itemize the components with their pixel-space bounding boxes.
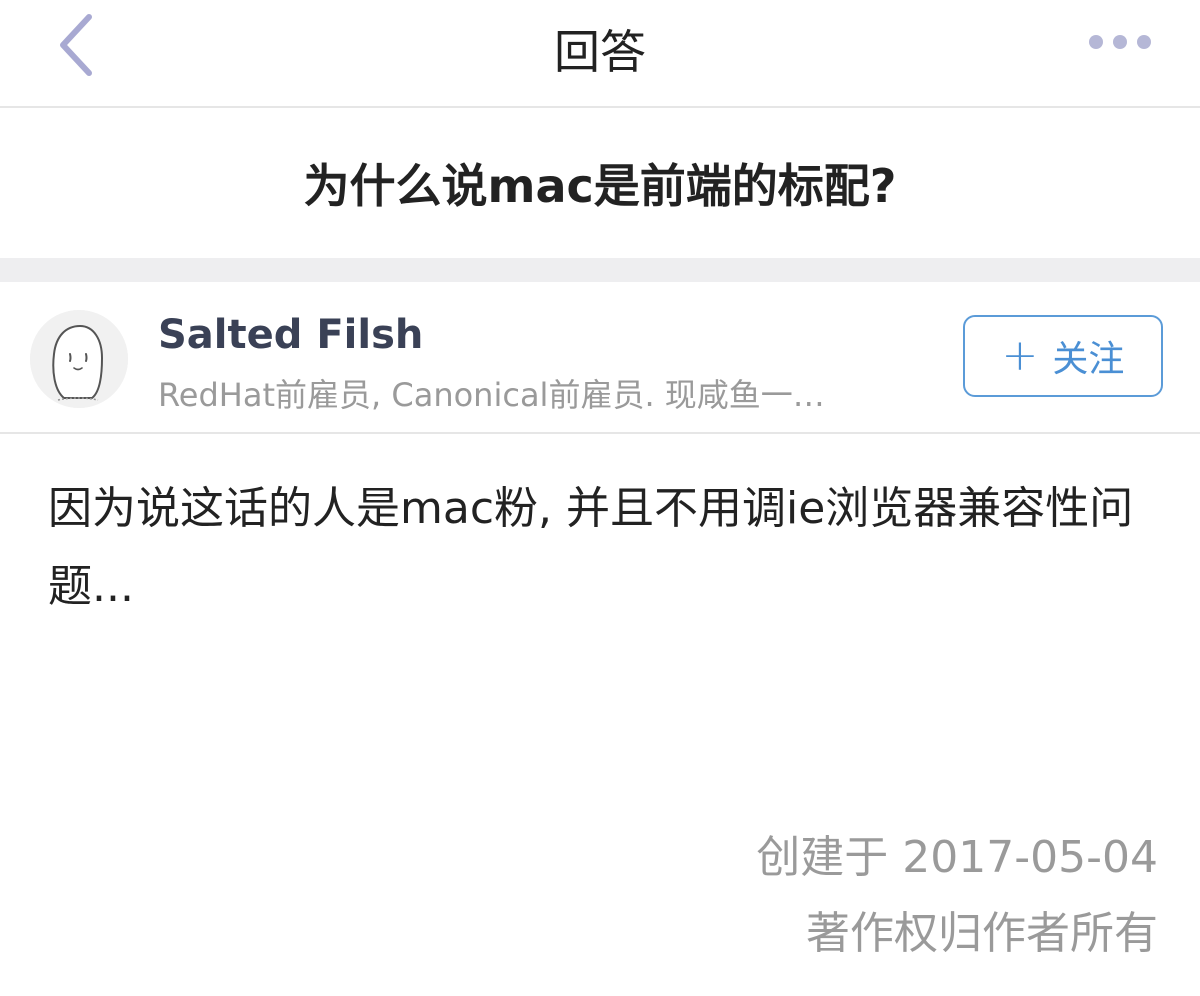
- section-divider: [0, 258, 1200, 282]
- more-button[interactable]: [1080, 22, 1160, 62]
- follow-button[interactable]: + 关注: [963, 315, 1163, 397]
- created-date: 创建于 2017-05-04: [756, 832, 1158, 883]
- question-title[interactable]: 为什么说mac是前端的标配?: [0, 108, 1200, 258]
- answer-meta: 创建于 2017-05-04 著作权归作者所有: [756, 820, 1158, 972]
- more-dot: [1113, 35, 1127, 49]
- copyright-notice: 著作权归作者所有: [806, 908, 1158, 959]
- avatar-potato-image: [30, 310, 128, 408]
- author-name[interactable]: Salted Filsh: [158, 312, 423, 358]
- follow-label: 关注: [1052, 339, 1125, 380]
- more-dots-icon: [1089, 35, 1103, 49]
- author-card: Salted Filsh RedHat前雇员, Canonical前雇员. 现咸…: [0, 282, 1200, 434]
- author-bio: RedHat前雇员, Canonical前雇员. 现咸鱼一…: [158, 376, 825, 414]
- plus-icon: +: [1001, 330, 1039, 381]
- page-title: 回答: [554, 25, 646, 79]
- nav-bar: 回答: [0, 0, 1200, 108]
- answer-body: 因为说这话的人是mac粉, 并且不用调ie浏览器兼容性问题...: [48, 483, 1134, 612]
- more-dot: [1137, 35, 1151, 49]
- avatar[interactable]: [30, 310, 128, 408]
